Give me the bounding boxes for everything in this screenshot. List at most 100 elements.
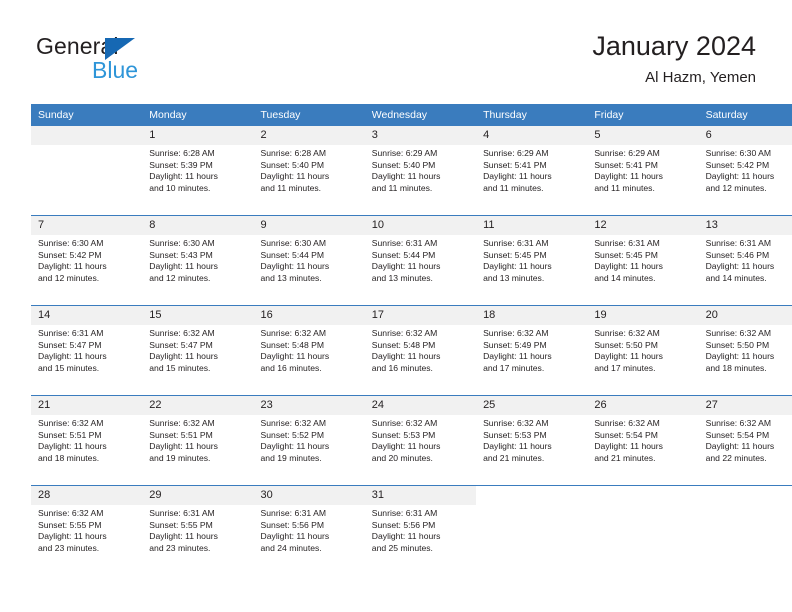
detail-sunset: Sunset: 5:50 PM — [705, 339, 770, 350]
calendar-day-cell[interactable]: 8 Sunrise: 6:30 AM Sunset: 5:43 PM Daylight… — [142, 215, 254, 306]
detail-daylight-line2: and 24 minutes. — [260, 542, 322, 553]
calendar-day-cell[interactable]: 1 Sunrise: 6:28 AM Sunset: 5:39 PM Daylight… — [142, 126, 254, 216]
detail-sunset: Sunset: 5:42 PM — [38, 249, 102, 260]
day-number: 21 — [31, 396, 143, 415]
calendar-day-cell[interactable]: 17 Sunrise: 6:32 AM Sunset: 5:48 PM Dayligh… — [364, 305, 477, 396]
calendar-day-cell[interactable]: 9 Sunrise: 6:30 AM Sunset: 5:44 PM Daylight… — [253, 215, 365, 306]
detail-daylight-line1: Daylight: 11 hours — [371, 261, 441, 272]
detail-sunrise: Sunrise: 6:31 AM — [483, 238, 549, 248]
calendar-day-cell[interactable]: 15 Sunrise: 6:32 AM Sunset: 5:47 PM Dayligh… — [142, 305, 254, 396]
day-number: 19 — [587, 306, 699, 325]
detail-sunrise: Sunrise: 6:28 AM — [260, 148, 326, 158]
detail-daylight-line1: Daylight: 11 hours — [483, 351, 552, 362]
day-details: Sunrise: 6:30 AM Sunset: 5:42 PM Daylight:… — [699, 145, 792, 194]
day-details: Sunrise: 6:31 AM Sunset: 5:55 PM Daylight:… — [142, 505, 253, 554]
calendar-day-cell[interactable]: 10 Sunrise: 6:31 AM Sunset: 5:44 PM Dayligh… — [364, 215, 477, 306]
day-details: Sunrise: 6:32 AM Sunset: 5:50 PM Daylight:… — [587, 325, 698, 374]
detail-sunrise: Sunrise: 6:31 AM — [149, 508, 215, 518]
calendar-day-cell[interactable]: 25 Sunrise: 6:32 AM Sunset: 5:53 PM Dayligh… — [476, 395, 588, 486]
calendar-day-cell[interactable]: 21 Sunrise: 6:32 AM Sunset: 5:51 PM Dayligh… — [31, 395, 143, 486]
calendar-day-cell[interactable]: 27 Sunrise: 6:32 AM Sunset: 5:54 PM Dayligh… — [698, 395, 792, 486]
day-details: Sunrise: 6:31 AM Sunset: 5:45 PM Daylight:… — [587, 235, 698, 284]
day-details: Sunrise: 6:31 AM Sunset: 5:45 PM Daylight:… — [476, 235, 587, 284]
calendar-day-cell[interactable]: 19 Sunrise: 6:32 AM Sunset: 5:50 PM Dayligh… — [587, 305, 699, 396]
detail-sunrise: Sunrise: 6:32 AM — [149, 418, 215, 428]
calendar-day-cell[interactable]: 11 Sunrise: 6:31 AM Sunset: 5:45 PM Dayligh… — [476, 215, 588, 306]
detail-sunset: Sunset: 5:41 PM — [594, 159, 658, 170]
calendar-day-cell[interactable]: 30 Sunrise: 6:31 AM Sunset: 5:56 PM Dayligh… — [253, 485, 365, 575]
day-number: 11 — [476, 216, 588, 235]
day-details: Sunrise: 6:29 AM Sunset: 5:41 PM Daylight:… — [587, 145, 698, 194]
day-details: Sunrise: 6:32 AM Sunset: 5:54 PM Daylight:… — [699, 415, 792, 464]
detail-daylight-line1: Daylight: 11 hours — [149, 441, 218, 452]
detail-daylight-line1: Daylight: 11 hours — [260, 171, 330, 182]
day-number: 30 — [253, 486, 365, 505]
detail-sunrise: Sunrise: 6:31 AM — [38, 328, 104, 338]
calendar-day-cell[interactable]: 12 Sunrise: 6:31 AM Sunset: 5:45 PM Dayligh… — [587, 215, 699, 306]
calendar-day-cell[interactable]: 29 Sunrise: 6:31 AM Sunset: 5:55 PM Dayligh… — [142, 485, 254, 575]
detail-daylight-line2: and 20 minutes. — [371, 452, 433, 463]
detail-daylight-line1: Daylight: 11 hours — [371, 351, 441, 362]
calendar-day-cell[interactable]: 13 Sunrise: 6:31 AM Sunset: 5:46 PM Dayligh… — [698, 215, 792, 306]
detail-sunset: Sunset: 5:56 PM — [371, 519, 436, 530]
day-details: Sunrise: 6:32 AM Sunset: 5:53 PM Daylight:… — [476, 415, 587, 464]
calendar-week-row: 28 Sunrise: 6:32 AM Sunset: 5:55 PM Dayligh… — [31, 485, 792, 575]
detail-daylight-line2: and 15 minutes. — [38, 362, 100, 373]
calendar-day-cell[interactable]: 28 Sunrise: 6:32 AM Sunset: 5:55 PM Dayligh… — [31, 485, 143, 575]
calendar-day-cell[interactable]: 3 Sunrise: 6:29 AM Sunset: 5:40 PM Daylight… — [364, 126, 477, 216]
detail-daylight-line2: and 13 minutes. — [260, 272, 322, 283]
day-number: 26 — [587, 396, 699, 415]
calendar-day-cell[interactable]: 18 Sunrise: 6:32 AM Sunset: 5:49 PM Dayligh… — [476, 305, 588, 396]
calendar-day-cell[interactable]: 14 Sunrise: 6:31 AM Sunset: 5:47 PM Dayligh… — [31, 305, 143, 396]
detail-daylight-line2: and 12 minutes. — [705, 182, 767, 193]
detail-sunrise: Sunrise: 6:32 AM — [371, 418, 438, 428]
detail-sunrise: Sunrise: 6:32 AM — [594, 328, 660, 338]
day-details: Sunrise: 6:31 AM Sunset: 5:56 PM Daylight:… — [254, 505, 365, 554]
detail-daylight-line2: and 11 minutes. — [483, 182, 544, 193]
calendar-day-cell[interactable]: 5 Sunrise: 6:29 AM Sunset: 5:41 PM Daylight… — [587, 126, 699, 216]
day-details: Sunrise: 6:32 AM Sunset: 5:54 PM Daylight:… — [587, 415, 698, 464]
calendar-day-cell[interactable]: 7 Sunrise: 6:30 AM Sunset: 5:42 PM Daylight… — [31, 215, 143, 306]
calendar-day-cell[interactable]: 20 Sunrise: 6:32 AM Sunset: 5:50 PM Dayligh… — [698, 305, 792, 396]
day-number: 18 — [476, 306, 588, 325]
detail-daylight-line1: Daylight: 11 hours — [260, 531, 330, 542]
day-details: Sunrise: 6:32 AM Sunset: 5:48 PM Daylight:… — [365, 325, 476, 374]
calendar-day-cell[interactable]: 4 Sunrise: 6:29 AM Sunset: 5:41 PM Daylight… — [476, 126, 588, 216]
detail-daylight-line2: and 10 minutes. — [149, 182, 211, 193]
general-blue-logo: General Blue — [36, 34, 216, 90]
detail-sunrise: Sunrise: 6:32 AM — [705, 328, 772, 338]
calendar-day-cell[interactable]: 6 Sunrise: 6:30 AM Sunset: 5:42 PM Daylight… — [698, 126, 792, 216]
calendar-day-cell[interactable]: 23 Sunrise: 6:32 AM Sunset: 5:52 PM Dayligh… — [253, 395, 365, 486]
day-number: 22 — [142, 396, 254, 415]
calendar-day-cell[interactable]: 22 Sunrise: 6:32 AM Sunset: 5:51 PM Dayligh… — [142, 395, 254, 486]
detail-daylight-line1: Daylight: 11 hours — [483, 441, 552, 452]
calendar-week-row: 21 Sunrise: 6:32 AM Sunset: 5:51 PM Dayligh… — [31, 395, 792, 486]
detail-daylight-line1: Daylight: 11 hours — [38, 261, 107, 272]
calendar-day-cell[interactable]: 24 Sunrise: 6:32 AM Sunset: 5:53 PM Dayligh… — [364, 395, 477, 486]
detail-sunrise: Sunrise: 6:30 AM — [705, 148, 772, 158]
calendar-day-cell[interactable]: 16 Sunrise: 6:32 AM Sunset: 5:48 PM Dayligh… — [253, 305, 365, 396]
calendar-empty-cell — [698, 485, 792, 575]
detail-sunset: Sunset: 5:48 PM — [371, 339, 436, 350]
detail-sunrise: Sunrise: 6:29 AM — [483, 148, 549, 158]
day-number: 3 — [364, 126, 477, 145]
weekday-header-friday: Friday — [587, 104, 699, 126]
calendar-day-cell[interactable]: 26 Sunrise: 6:32 AM Sunset: 5:54 PM Dayligh… — [587, 395, 699, 486]
detail-sunrise: Sunrise: 6:29 AM — [594, 148, 660, 158]
day-details: Sunrise: 6:32 AM Sunset: 5:48 PM Daylight:… — [254, 325, 365, 374]
title-block: January 2024 Al Hazm, Yemen — [592, 30, 756, 88]
detail-sunset: Sunset: 5:44 PM — [260, 249, 325, 260]
detail-sunset: Sunset: 5:41 PM — [483, 159, 547, 170]
day-number: 29 — [142, 486, 254, 505]
day-number: 13 — [698, 216, 792, 235]
calendar-day-cell[interactable]: 2 Sunrise: 6:28 AM Sunset: 5:40 PM Daylight… — [253, 126, 365, 216]
detail-sunset: Sunset: 5:45 PM — [594, 249, 658, 260]
day-number: 9 — [253, 216, 365, 235]
calendar-day-cell[interactable]: 31 Sunrise: 6:31 AM Sunset: 5:56 PM Dayligh… — [364, 485, 477, 575]
day-number: 16 — [253, 306, 365, 325]
detail-daylight-line1: Daylight: 11 hours — [371, 441, 441, 452]
day-details: Sunrise: 6:31 AM Sunset: 5:46 PM Daylight:… — [699, 235, 792, 284]
detail-daylight-line2: and 13 minutes. — [483, 272, 545, 283]
detail-daylight-line2: and 13 minutes. — [371, 272, 433, 283]
calendar-week-row: 7 Sunrise: 6:30 AM Sunset: 5:42 PM Daylight… — [31, 215, 792, 306]
